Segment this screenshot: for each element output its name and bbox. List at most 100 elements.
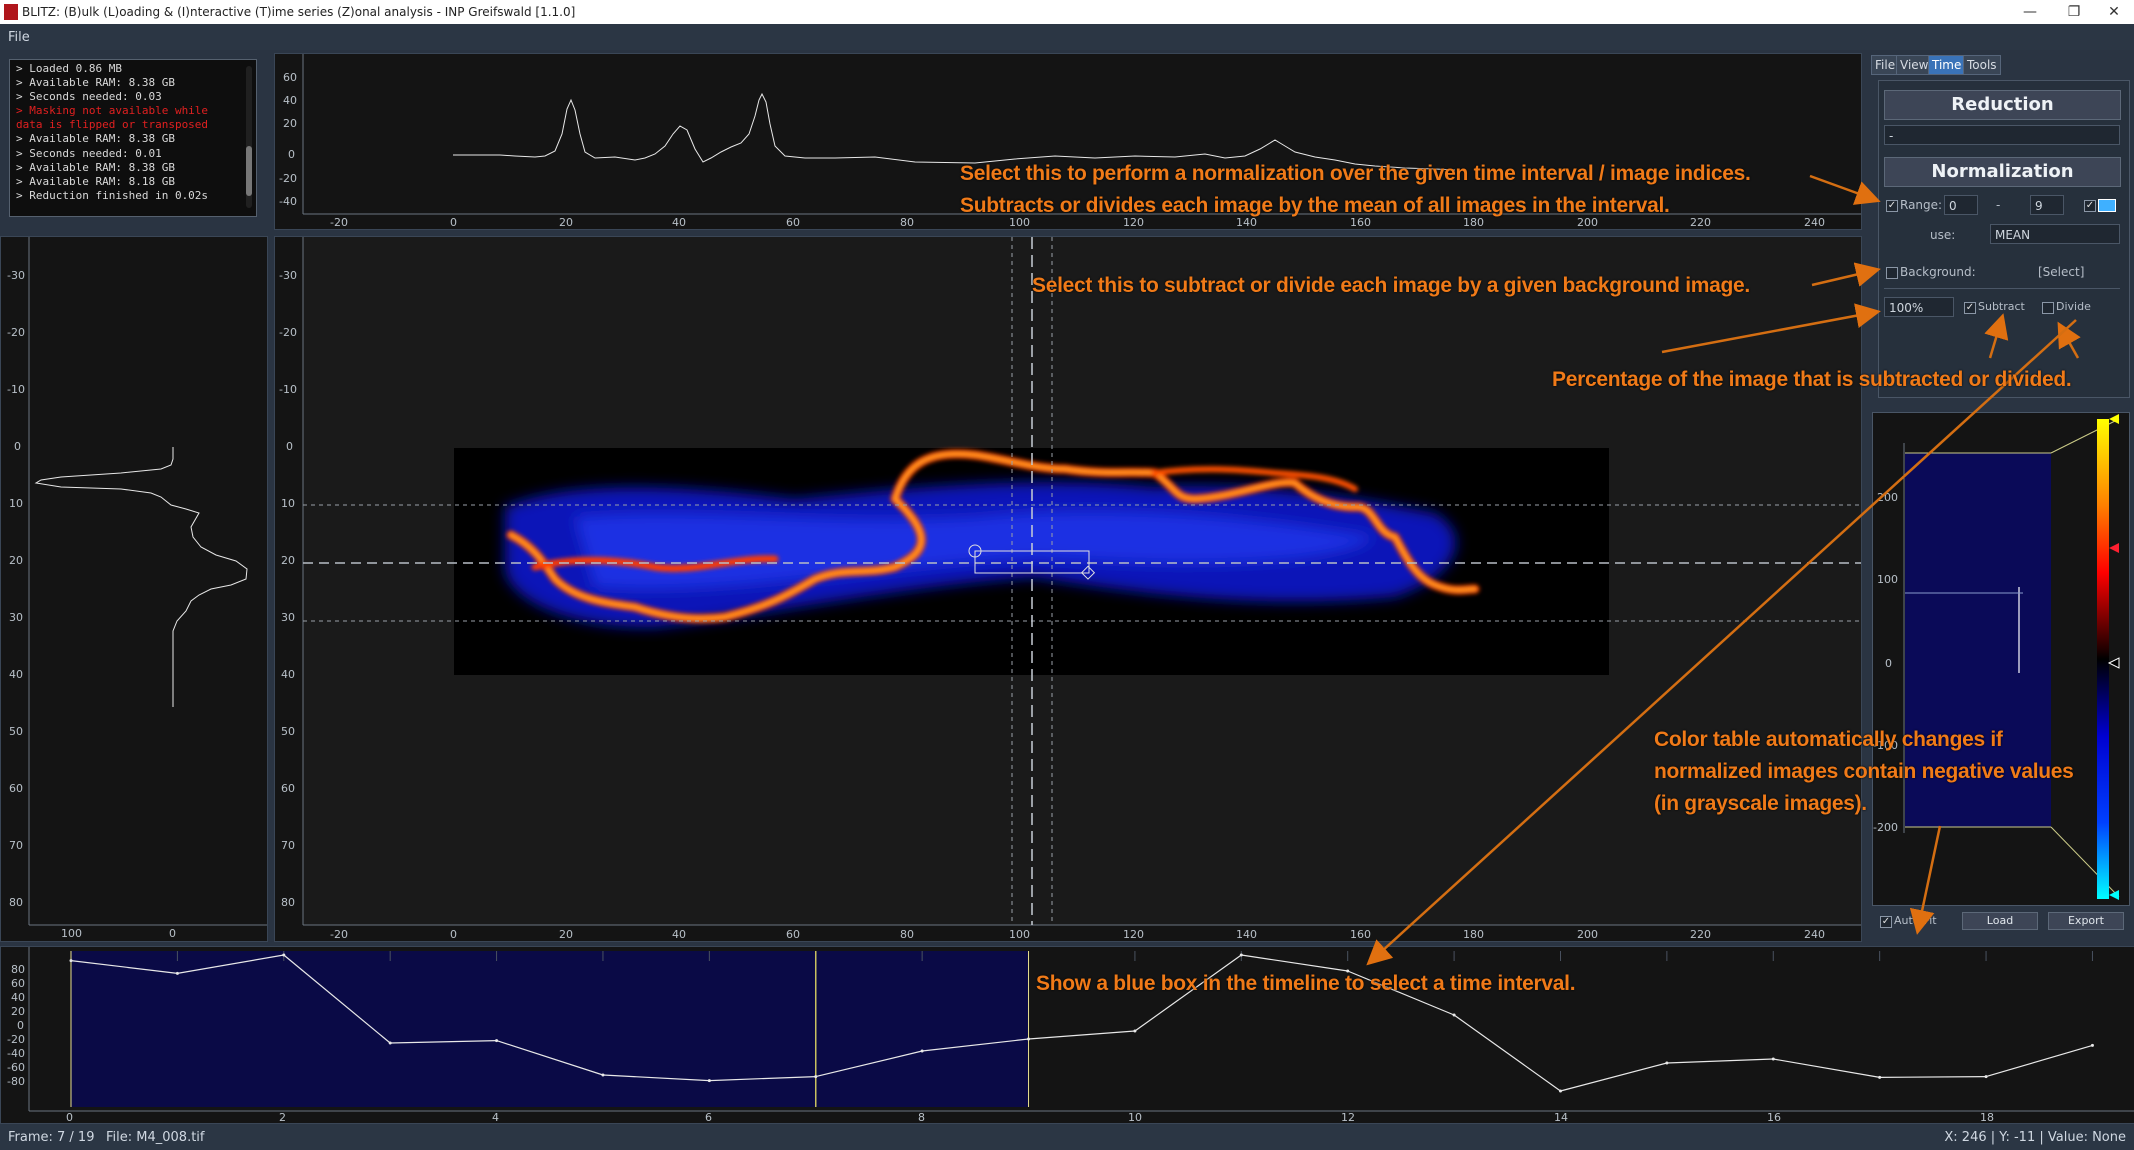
- tab-view[interactable]: View: [1896, 55, 1933, 75]
- x-tick: -20: [330, 928, 348, 941]
- x-tick: 160: [1350, 928, 1371, 941]
- percentage-spinbox[interactable]: 100%: [1884, 297, 1954, 317]
- x-tick: 180: [1463, 928, 1484, 941]
- annotation-percentage: Percentage of the image that is subtract…: [1552, 368, 2072, 391]
- timeline-data-point: [1665, 1061, 1669, 1065]
- timeline-box-checkbox[interactable]: ✓: [2084, 200, 2096, 212]
- x-tick: 4: [492, 1111, 499, 1124]
- color-gradient-bar[interactable]: [2097, 419, 2109, 899]
- range-start-spinbox[interactable]: 0: [1944, 195, 1978, 215]
- annotation-color-table: Color table automatically changes if nor…: [1654, 728, 2074, 815]
- x-tick: 140: [1236, 928, 1257, 941]
- y-tick: -20: [279, 326, 297, 339]
- export-lut-button[interactable]: Export: [2048, 912, 2124, 930]
- y-tick: 60: [9, 782, 23, 795]
- tab-file[interactable]: File: [1871, 55, 1900, 75]
- x-tick: -20: [330, 216, 348, 229]
- timeline-data-point: [707, 1079, 711, 1083]
- timeline-data-point: [1133, 1029, 1137, 1033]
- timeline-line-segment: [1560, 1062, 1668, 1092]
- lut-max-handle[interactable]: [2109, 414, 2119, 424]
- y-tick: -20: [7, 1033, 25, 1046]
- timeline-line-segment: [1879, 1076, 1987, 1078]
- y-tick: 80: [11, 963, 25, 976]
- timeline-line-segment: [1773, 1058, 1880, 1078]
- divide-label: Divide: [2056, 300, 2091, 313]
- timeline-data-point: [388, 1041, 392, 1045]
- timeline-data-point: [601, 1073, 605, 1077]
- lut-zero-handle[interactable]: [2107, 657, 2120, 669]
- divide-checkbox[interactable]: [2042, 302, 2054, 314]
- timeline-data-point: [1984, 1075, 1988, 1079]
- y-tick: 20: [283, 117, 297, 130]
- y-tick: 50: [9, 725, 23, 738]
- log-line: > Available RAM: 8.38 GB: [16, 132, 175, 146]
- use-method-select[interactable]: MEAN: [1990, 224, 2120, 244]
- tab-time[interactable]: Time: [1928, 55, 1966, 75]
- annotation-timeline: Show a blue box in the timeline to selec…: [1036, 972, 1576, 995]
- y-tick: -20: [7, 326, 25, 339]
- y-tick: 40: [9, 668, 23, 681]
- use-label: use:: [1930, 228, 1956, 242]
- autofit-label: Auto-Fit: [1894, 914, 1937, 927]
- load-lut-button[interactable]: Load: [1962, 912, 2038, 930]
- lut-histogram[interactable]: 200 100 0 -100 -200: [1872, 412, 2130, 906]
- x-tick: 2: [279, 1111, 286, 1124]
- timeline-data-point: [1027, 1037, 1031, 1041]
- autofit-checkbox[interactable]: ✓: [1880, 916, 1892, 928]
- subtract-label: Subtract: [1978, 300, 2025, 313]
- x-tick: 100: [1009, 928, 1030, 941]
- x-tick: 8: [918, 1111, 925, 1124]
- x-tick: 10: [1128, 1111, 1142, 1124]
- image-view[interactable]: -30 -20 -10 0 10 20 30 40 50 60 70 80 -2…: [274, 236, 1862, 942]
- reduction-select[interactable]: -: [1884, 125, 2120, 145]
- profile-curve: [34, 447, 248, 707]
- y-tick: 80: [9, 896, 23, 909]
- x-tick: 200: [1577, 928, 1598, 941]
- timeline-selection-box[interactable]: [71, 951, 1029, 1107]
- x-tick: 40: [672, 928, 686, 941]
- timeline-data-point: [69, 959, 73, 963]
- x-tick: 20: [559, 928, 573, 941]
- select-background-button[interactable]: [Select]: [2038, 265, 2084, 279]
- options-panel: File View Time Tools Reduction - Normali…: [1866, 52, 2134, 402]
- timeline-data-point: [1771, 1057, 1775, 1061]
- x-tick: 0: [450, 928, 457, 941]
- y-tick: 60: [283, 71, 297, 84]
- tab-tools[interactable]: Tools: [1963, 55, 2001, 75]
- timeline-data-point: [1558, 1089, 1562, 1093]
- x-tick: 80: [900, 928, 914, 941]
- x-tick: 6: [705, 1111, 712, 1124]
- y-tick: 40: [281, 668, 295, 681]
- vertical-profile-plot[interactable]: -30 -20 -10 0 10 20 30 40 50 60 70 80 10…: [0, 236, 268, 942]
- lut-mid-handle[interactable]: [2109, 543, 2119, 553]
- log-line: > Seconds needed: 0.01: [16, 146, 162, 160]
- timeline-line-segment: [1453, 1014, 1561, 1092]
- console-scroll-thumb[interactable]: [246, 146, 252, 196]
- range-checkbox[interactable]: ✓: [1886, 200, 1898, 212]
- timeline-box-icon[interactable]: [2098, 199, 2116, 212]
- timeline-data-point: [1239, 953, 1243, 957]
- y-tick: -40: [7, 1047, 25, 1060]
- subtract-checkbox[interactable]: ✓: [1964, 302, 1976, 314]
- minimize-button[interactable]: —: [2010, 2, 2050, 22]
- status-cursor: X: 246 | Y: -11 | Value: None: [1944, 1130, 2126, 1145]
- y-tick: 30: [9, 611, 23, 624]
- log-console[interactable]: > Loaded 0.86 MB > Available RAM: 8.38 G…: [9, 59, 257, 217]
- normalization-header: Normalization: [1884, 157, 2121, 187]
- lut-y-tick: 100: [1877, 573, 1898, 586]
- lut-y-tick: 0: [1885, 657, 1892, 670]
- y-tick: 40: [11, 991, 25, 1004]
- maximize-button[interactable]: ❐: [2054, 2, 2094, 22]
- menu-file[interactable]: File: [8, 30, 30, 45]
- close-button[interactable]: ✕: [2094, 2, 2134, 22]
- y-tick: 70: [9, 839, 23, 852]
- range-end-spinbox[interactable]: 9: [2030, 195, 2064, 215]
- x-tick: 0: [450, 216, 457, 229]
- status-bar: Frame: 7 / 19 File: M4_008.tif X: 246 | …: [0, 1124, 2134, 1150]
- background-checkbox[interactable]: [1886, 267, 1898, 279]
- y-tick: 20: [9, 554, 23, 567]
- x-tick: 0: [66, 1111, 73, 1124]
- y-tick: 60: [11, 977, 25, 990]
- x-tick: 18: [1980, 1111, 1994, 1124]
